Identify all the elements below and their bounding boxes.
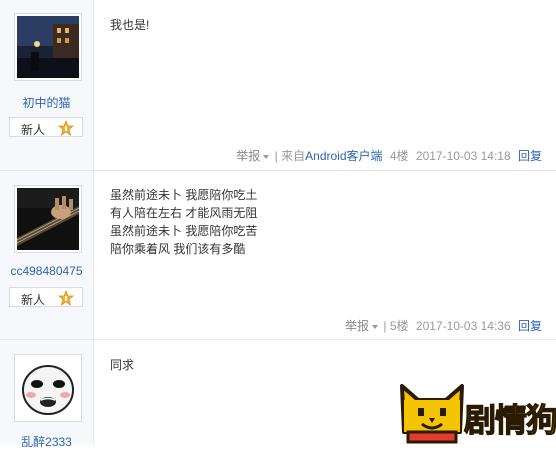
post-floor-4: 初中的猫 新人 我也是! 举报 | 来自Android客户端 4楼 2017-1… <box>0 0 556 170</box>
content-line: 虽然前途未卜 我愿陪你吃苦 <box>110 224 258 238</box>
username[interactable]: 乱醉2333 <box>0 433 93 450</box>
content-line: 虽然前途未卜 我愿陪你吃土 <box>110 188 258 202</box>
user-panel: cc498480475 新人 <box>0 171 94 339</box>
content-line: 有人陪在左右 才能风雨无阻 <box>110 206 258 220</box>
avatar[interactable] <box>14 354 82 422</box>
report-button[interactable]: 举报 <box>236 149 260 163</box>
watermark-text: 剧情狗 <box>463 400 556 439</box>
cat-logo-icon <box>400 384 464 444</box>
dropdown-arrow-icon[interactable] <box>372 324 379 329</box>
reply-button[interactable]: 回复 <box>518 149 542 163</box>
avatar-night-street-image <box>17 16 79 78</box>
report-button[interactable]: 举报 <box>345 319 369 333</box>
level-label: 新人 <box>21 123 46 137</box>
avatar-guitar-image <box>17 188 79 250</box>
meta-separator: | <box>274 149 278 163</box>
post-content: 我也是! <box>110 16 149 34</box>
level-label: 新人 <box>21 293 46 307</box>
user-panel: 乱醉2333 <box>0 340 94 449</box>
avatar[interactable] <box>14 13 82 81</box>
post-tail: 举报 | 来自Android客户端 4楼 2017-10-03 14:18 回复 <box>236 147 542 164</box>
post-content: 同求 <box>110 356 134 374</box>
post-content: 虽然前途未卜 我愿陪你吃土 有人陪在左右 才能风雨无阻 虽然前途未卜 我愿陪你吃… <box>110 186 257 258</box>
meta-separator: | <box>383 319 387 333</box>
level-badge: 新人 <box>9 287 83 307</box>
floor-number: 5楼 <box>389 319 409 333</box>
avatar-meme-face-image <box>17 357 79 419</box>
level-star-icon <box>58 120 74 136</box>
post-time: 2017-10-03 14:36 <box>415 319 511 333</box>
client-link[interactable]: Android客户端 <box>305 149 382 163</box>
content-line: 陪你乘着风 我们该有多酷 <box>110 242 246 256</box>
level-star-icon <box>58 290 74 306</box>
post-time: 2017-10-03 14:18 <box>415 149 511 163</box>
content-line: 我也是! <box>110 18 150 32</box>
content-line: 同求 <box>110 358 135 372</box>
post-tail: 举报 | 5楼 2017-10-03 14:36 回复 <box>345 317 542 334</box>
level-badge: 新人 <box>9 117 83 137</box>
source-label: 来自 <box>281 149 306 163</box>
username[interactable]: 初中的猫 <box>0 94 93 111</box>
watermark-logo: 剧情狗 <box>396 382 556 445</box>
post-floor-5: cc498480475 新人 虽然前途未卜 我愿陪你吃土 有人陪在左右 才能风雨… <box>0 171 556 339</box>
avatar[interactable] <box>14 185 82 253</box>
dropdown-arrow-icon[interactable] <box>263 154 270 159</box>
floor-number: 4楼 <box>389 149 409 163</box>
username[interactable]: cc498480475 <box>0 264 93 278</box>
reply-button[interactable]: 回复 <box>518 319 542 333</box>
user-panel: 初中的猫 新人 <box>0 0 94 170</box>
